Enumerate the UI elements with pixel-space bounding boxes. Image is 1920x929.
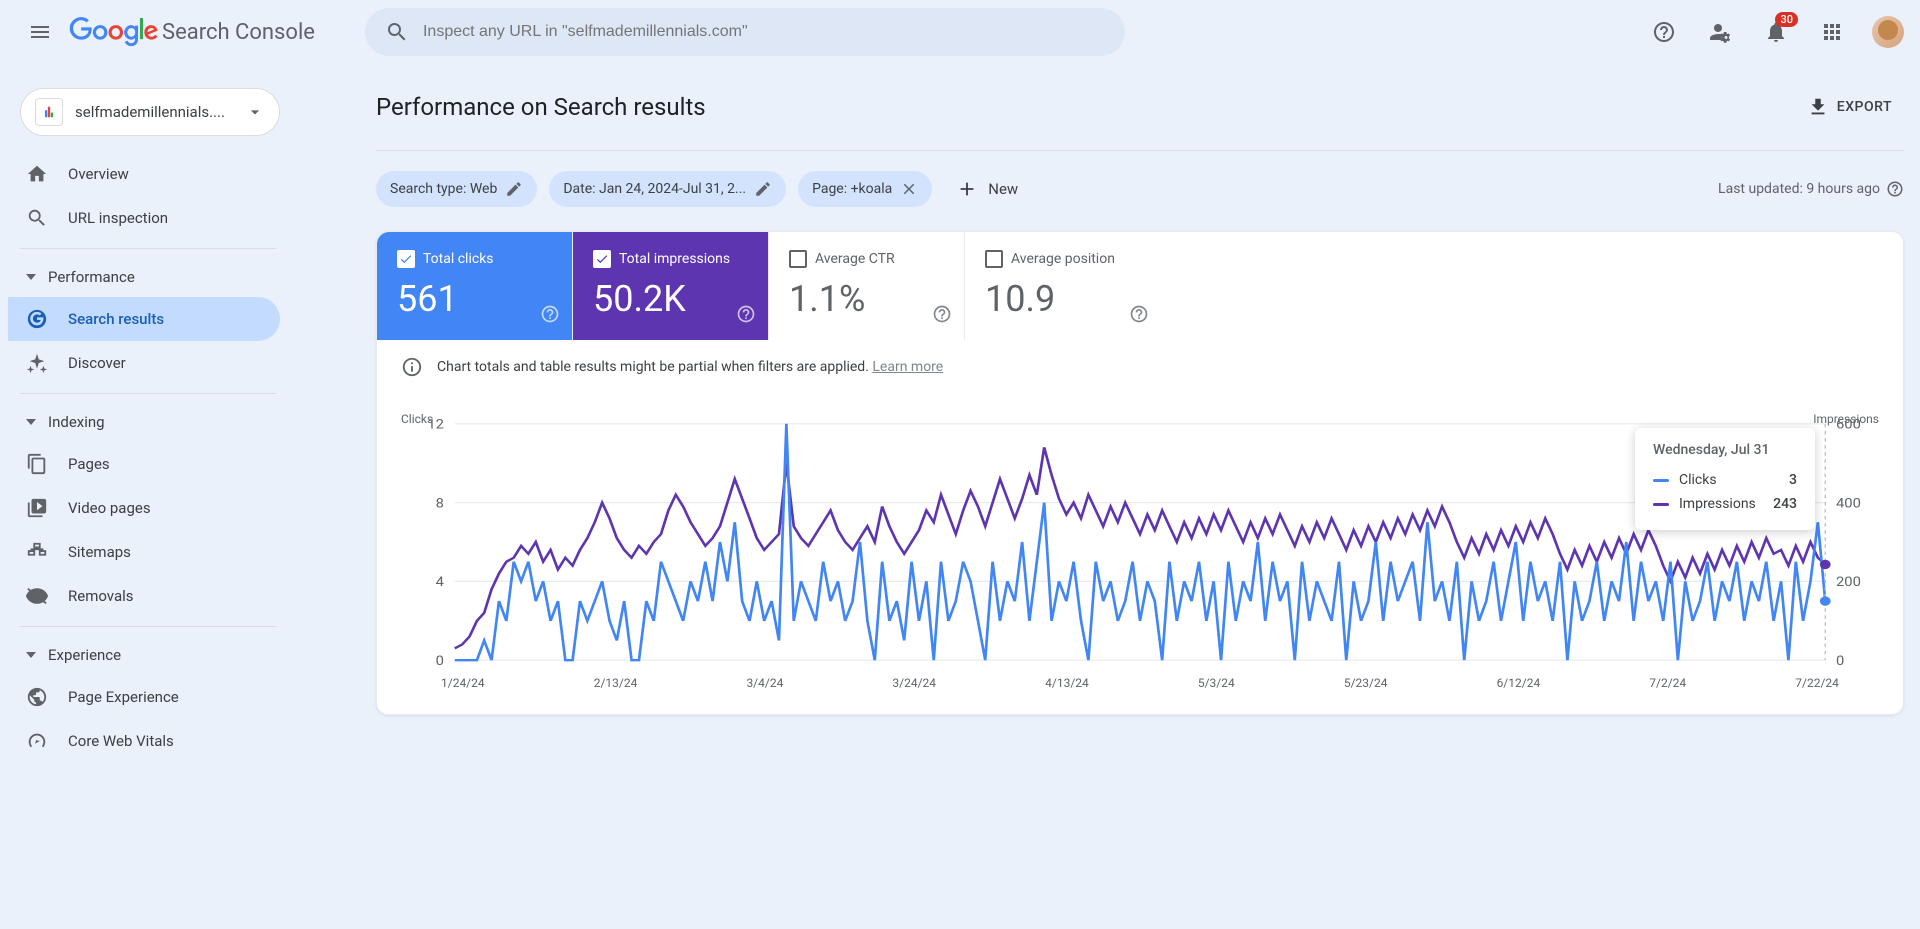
help-icon xyxy=(736,304,756,324)
download-icon xyxy=(1807,96,1829,118)
checkbox-checked-icon xyxy=(397,250,415,268)
nav-overview[interactable]: Overview xyxy=(8,152,280,196)
plus-icon xyxy=(956,178,978,200)
collapse-icon xyxy=(26,652,36,658)
metric-average-ctr[interactable]: Average CTR 1.1% xyxy=(769,232,965,340)
nav-sitemaps[interactable]: Sitemaps xyxy=(8,530,280,574)
sitemap-icon xyxy=(26,541,48,563)
section-indexing[interactable]: Indexing xyxy=(8,402,288,442)
info-banner: Chart totals and table results might be … xyxy=(377,340,1903,394)
pages-icon xyxy=(26,453,48,475)
checkbox-unchecked-icon xyxy=(985,250,1003,268)
metric-help[interactable] xyxy=(736,304,756,328)
search-input[interactable] xyxy=(423,23,1105,41)
nav-page-experience[interactable]: Page Experience xyxy=(8,675,280,719)
property-selector[interactable]: selfmademillennials.... xyxy=(20,88,280,136)
hamburger-menu-button[interactable] xyxy=(16,8,64,56)
metric-help[interactable] xyxy=(932,304,952,328)
help-button[interactable] xyxy=(1640,8,1688,56)
removals-icon xyxy=(26,585,48,607)
y-axis-right-label: Impressions xyxy=(1813,412,1879,426)
section-performance[interactable]: Performance xyxy=(8,257,288,297)
url-inspect-search[interactable] xyxy=(365,8,1125,56)
apps-icon xyxy=(1820,20,1844,44)
checkbox-checked-icon xyxy=(593,250,611,268)
help-icon xyxy=(1129,304,1149,324)
help-icon xyxy=(932,304,952,324)
edit-icon xyxy=(754,180,772,198)
help-icon xyxy=(540,304,560,324)
nav-search-results[interactable]: Search results xyxy=(8,297,280,341)
svg-text:4: 4 xyxy=(436,575,444,590)
filter-search-type[interactable]: Search type: Web xyxy=(376,171,537,207)
close-icon xyxy=(900,180,918,198)
metric-total-impressions[interactable]: Total impressions 50.2K xyxy=(573,232,769,340)
svg-text:8: 8 xyxy=(436,496,444,511)
filter-date[interactable]: Date: Jan 24, 2024-Jul 31, 2... xyxy=(549,171,786,207)
info-icon xyxy=(401,356,423,378)
nav-video-pages[interactable]: Video pages xyxy=(8,486,280,530)
svg-text:0: 0 xyxy=(1836,654,1844,669)
export-button[interactable]: EXPORT xyxy=(1795,88,1904,126)
section-experience[interactable]: Experience xyxy=(8,635,288,675)
svg-text:0: 0 xyxy=(436,654,444,669)
help-icon xyxy=(1652,20,1676,44)
speedometer-icon xyxy=(26,730,48,752)
page-title: Performance on Search results xyxy=(376,93,706,121)
y-axis-left-label: Clicks xyxy=(401,412,433,426)
property-icon xyxy=(35,98,63,126)
search-icon xyxy=(385,20,409,44)
google-logo-icon xyxy=(68,17,160,47)
product-name: Search Console xyxy=(162,20,315,45)
discover-icon xyxy=(26,352,48,374)
video-icon xyxy=(26,497,48,519)
search-icon xyxy=(26,207,48,229)
sidebar: selfmademillennials.... Overview URL ins… xyxy=(0,64,296,929)
metric-help[interactable] xyxy=(540,304,560,328)
chart-tooltip: Wednesday, Jul 31 Clicks 3 Impressions 2… xyxy=(1635,428,1815,530)
learn-more-link[interactable]: Learn more xyxy=(872,359,943,375)
collapse-icon xyxy=(26,419,36,425)
metric-help[interactable] xyxy=(1129,304,1149,328)
nav-removals[interactable]: Removals xyxy=(8,574,280,618)
filter-page[interactable]: Page: +koala xyxy=(798,171,932,207)
legend-impressions-icon xyxy=(1653,503,1669,506)
checkbox-unchecked-icon xyxy=(789,250,807,268)
legend-clicks-icon xyxy=(1653,479,1669,482)
google-g-icon xyxy=(26,308,48,330)
nav-discover[interactable]: Discover xyxy=(8,341,280,385)
help-icon xyxy=(1886,180,1904,198)
property-name: selfmademillennials.... xyxy=(75,103,245,121)
home-icon xyxy=(26,163,48,185)
svg-text:200: 200 xyxy=(1836,575,1861,590)
nav-core-web-vitals[interactable]: Core Web Vitals xyxy=(8,719,280,763)
svg-text:400: 400 xyxy=(1836,496,1861,511)
apps-button[interactable] xyxy=(1808,8,1856,56)
last-updated: Last updated: 9 hours ago xyxy=(1718,180,1904,198)
chevron-down-icon xyxy=(245,102,265,122)
users-button[interactable] xyxy=(1696,8,1744,56)
performance-card: Total clicks 561 Total impressions 50.2K xyxy=(376,231,1904,715)
person-settings-icon xyxy=(1708,20,1732,44)
metric-total-clicks[interactable]: Total clicks 561 xyxy=(377,232,573,340)
menu-icon xyxy=(28,20,52,44)
user-avatar[interactable] xyxy=(1872,16,1904,48)
add-filter-button[interactable]: New xyxy=(944,171,1030,207)
notification-badge: 30 xyxy=(1775,12,1798,27)
google-search-console-logo: Search Console xyxy=(68,17,315,47)
x-axis-labels: 1/24/242/13/243/4/243/24/244/13/245/3/24… xyxy=(401,672,1879,690)
notifications-button[interactable]: 30 xyxy=(1752,8,1800,56)
edit-icon xyxy=(505,180,523,198)
globe-icon xyxy=(26,686,48,708)
nav-url-inspection[interactable]: URL inspection xyxy=(8,196,280,240)
collapse-icon xyxy=(26,274,36,280)
nav-pages[interactable]: Pages xyxy=(8,442,280,486)
metric-average-position[interactable]: Average position 10.9 xyxy=(965,232,1161,340)
chart-area: Clicks Impressions 126008400420000 1/24/… xyxy=(377,412,1903,714)
